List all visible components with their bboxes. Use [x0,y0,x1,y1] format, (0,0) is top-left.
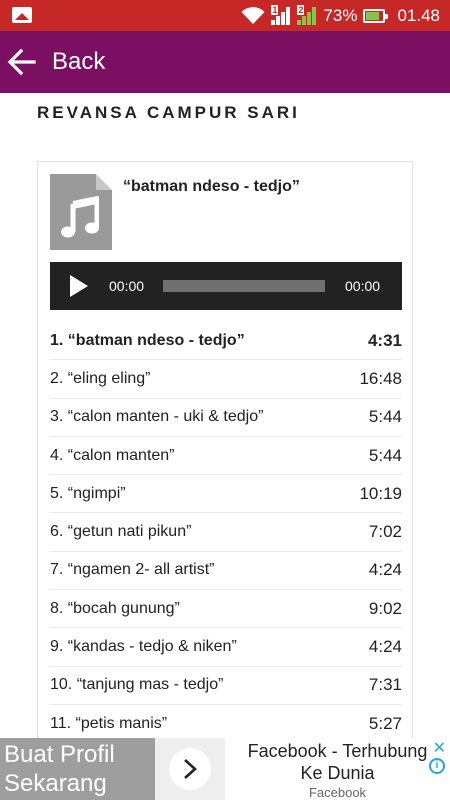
track-title: 10. “tanjung mas - tedjo” [50,676,224,694]
music-note-icon [61,196,99,238]
sim1-signal-icon: 1 [271,4,291,25]
clock: 01.48 [397,5,440,25]
track-duration: 10:19 [359,483,402,503]
ad-open-button[interactable] [155,738,225,800]
current-track-title: “batman ndeso - tedjo” [123,178,300,195]
ad-text-panel[interactable]: Facebook - Terhubung Ke Dunia Facebook [225,738,450,800]
playlist-item[interactable]: 4. “calon manten” 5:44 [50,437,402,476]
ad-close-icon[interactable]: ✕ [433,738,446,758]
playlist-item[interactable]: 5. “ngimpi” 10:19 [50,475,402,514]
page-content: REVANSA CAMPUR SARI “batman ndeso - tedj… [0,93,450,738]
track-title: 3. “calon manten - uki & tedjo” [50,408,264,426]
ad-info-icon[interactable]: i [429,758,445,774]
track-title: 9. “kandas - tedjo & niken” [50,638,237,656]
track-duration: 16:48 [359,368,402,388]
status-icons: 1 2 73% 01.48 [241,0,440,31]
playlist-item[interactable]: 3. “calon manten - uki & tedjo” 5:44 [50,399,402,437]
track-list: 1. “batman ndeso - tedjo” 4:31 2. “eling e… [50,322,402,738]
page-title: REVANSA CAMPUR SARI [37,103,300,122]
status-bar: 1 2 73% 01.48 [0,0,450,31]
track-title: 1. “batman ndeso - tedjo” [50,331,245,349]
track-duration: 4:24 [368,560,402,580]
chevron-right-icon [169,748,211,790]
playlist-item[interactable]: 10. “tanjung mas - tedjo” 7:31 [50,667,402,705]
ad-left-text-2: Sekarang [4,770,107,797]
track-title: 11. “petis manis” [50,714,168,732]
now-playing-header: “batman ndeso - tedjo” [50,174,402,250]
track-title: 2. “eling eling” [50,369,151,387]
back-button[interactable]: Back [0,31,119,93]
ad-banner[interactable]: Buat Profil Sekarang Facebook - Terhubun… [0,738,450,800]
back-label: Back [52,48,106,75]
track-title: 8. “bocah gunung” [50,599,180,617]
ad-source: Facebook [308,785,367,800]
playlist-item[interactable]: 1. “batman ndeso - tedjo” 4:31 [50,322,402,361]
sim1-label: 1 [271,4,279,15]
sim2-signal-icon: 2 [297,4,317,25]
track-duration: 7:02 [368,522,402,542]
playlist-item[interactable]: 2. “eling eling” 16:48 [50,360,402,399]
ad-headline-1: Facebook - Terhubung [247,741,428,761]
play-button[interactable] [70,275,88,297]
track-duration: 7:31 [368,675,402,695]
track-duration: 9:02 [368,598,402,618]
track-title: 7. “ngamen 2- all artist” [50,561,215,579]
battery-percent: 73% [323,5,358,25]
track-duration: 4:31 [367,330,402,350]
playlist-item[interactable]: 7. “ngamen 2- all artist” 4:24 [50,552,402,591]
track-title: 4. “calon manten” [50,446,175,464]
playlist-item[interactable]: 6. “getun nati pikun” 7:02 [50,513,402,552]
audio-playlist: “batman ndeso - tedjo” 00:00 00:00 1. “b… [37,161,413,738]
gallery-notification-icon [12,7,32,23]
ad-headline-2: Ke Dunia [300,763,375,783]
battery-charging-icon [363,8,389,23]
track-duration: 5:44 [368,407,402,427]
current-time: 00:00 [109,278,145,294]
app-bar: Back [0,31,450,93]
track-duration: 5:27 [368,713,402,733]
playlist-item[interactable]: 8. “bocah gunung” 9:02 [50,590,402,629]
progress-bar[interactable] [163,280,325,292]
playlist-item[interactable]: 9. “kandas - tedjo & niken” 4:24 [50,628,402,667]
track-duration: 4:24 [368,637,402,657]
track-duration: 5:44 [368,445,402,465]
ad-left-panel[interactable]: Buat Profil Sekarang [0,738,155,800]
wifi-icon [241,6,265,24]
ad-left-text-1: Buat Profil [4,741,115,768]
playlist-item[interactable]: 11. “petis manis” 5:27 [50,705,402,738]
total-time: 00:00 [345,278,381,294]
track-title: 6. “getun nati pikun” [50,523,192,541]
sim2-label: 2 [297,4,305,15]
arrow-back-icon [7,48,36,76]
audio-file-icon [50,174,112,250]
audio-player: 00:00 00:00 [50,262,402,310]
track-title: 5. “ngimpi” [50,484,126,502]
